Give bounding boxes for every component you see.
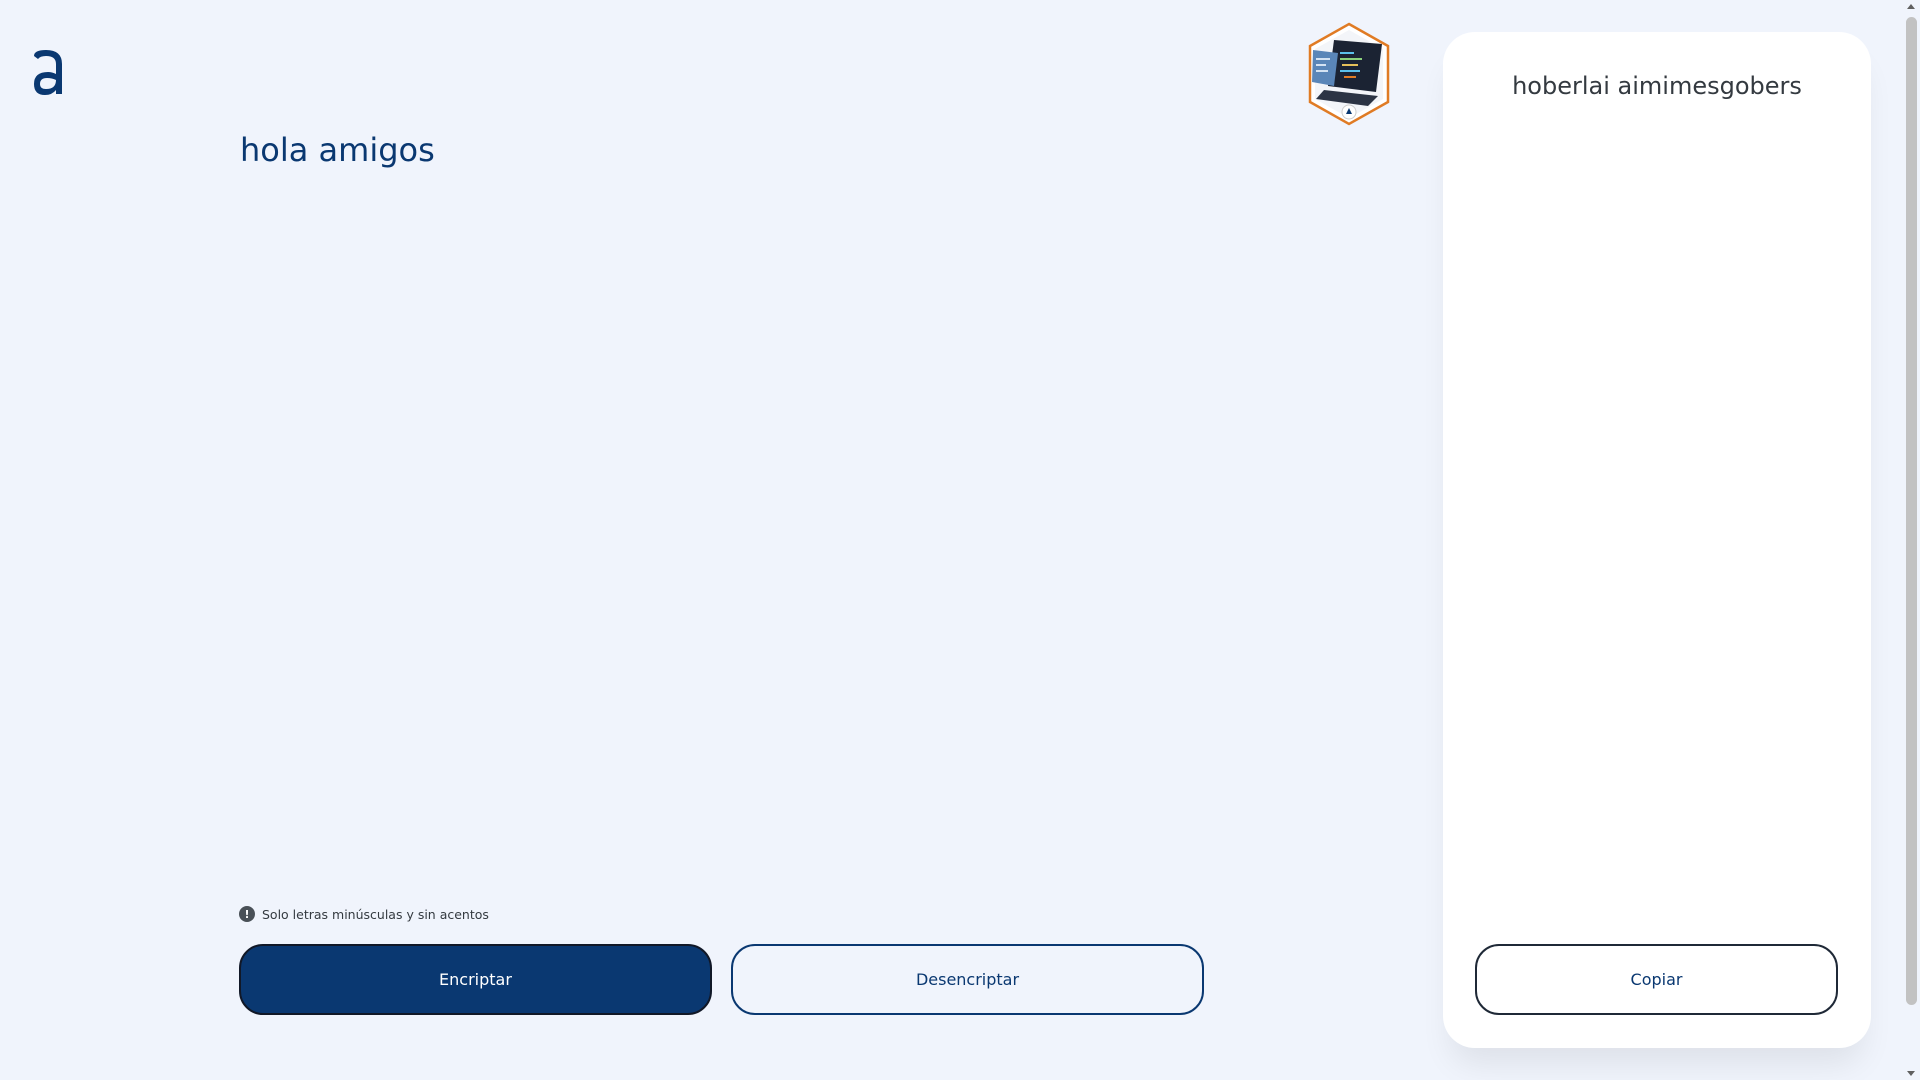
logo-a-icon — [34, 50, 62, 95]
hint-text: Solo letras minúsculas y sin acentos — [262, 906, 489, 922]
page-scrollbar[interactable] — [1903, 0, 1920, 1080]
scroll-thumb[interactable] — [1906, 17, 1917, 1005]
decrypt-button[interactable]: Desencriptar — [731, 944, 1204, 1015]
app-page: hola amigos ! Solo letras minúsculas y s… — [0, 0, 1920, 1080]
output-panel: hoberlai aimimesgobers Copiar — [1443, 32, 1871, 1048]
scroll-down-arrow-icon[interactable] — [1907, 1071, 1915, 1076]
encrypt-button[interactable]: Encriptar — [239, 944, 712, 1015]
message-input[interactable]: hola amigos — [240, 126, 1240, 866]
output-text: hoberlai aimimesgobers — [1512, 72, 1802, 100]
scroll-up-arrow-icon[interactable] — [1907, 4, 1915, 9]
copy-button[interactable]: Copiar — [1475, 944, 1838, 1015]
laptop-hexagon-badge-icon — [1308, 22, 1390, 126]
input-hint: ! Solo letras minúsculas y sin acentos — [239, 906, 489, 922]
info-icon: ! — [239, 906, 255, 922]
